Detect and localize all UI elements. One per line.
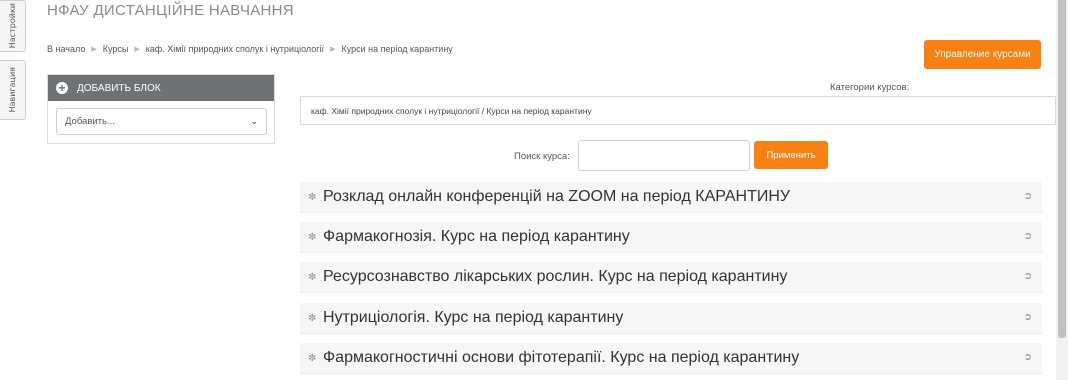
course-name-link[interactable]: Нутриціологія. Курс на період карантину bbox=[323, 309, 623, 327]
course-search-input[interactable] bbox=[578, 140, 750, 171]
categories-select[interactable]: каф. Хімії природних сполук і нутриціоло… bbox=[300, 96, 1056, 125]
enter-course-icon[interactable]: ➲ bbox=[1024, 191, 1032, 202]
apply-search-button[interactable]: Применить bbox=[754, 141, 828, 169]
course-expand-icon[interactable]: ✼ bbox=[308, 232, 318, 243]
course-item[interactable]: ✼ Нутриціологія. Курс на період карантин… bbox=[300, 303, 1042, 334]
manage-courses-button[interactable]: Управление курсами bbox=[924, 40, 1041, 69]
enter-course-icon[interactable]: ➲ bbox=[1024, 352, 1032, 363]
scrollbar-thumb[interactable] bbox=[1058, 0, 1066, 338]
course-expand-icon[interactable]: ✼ bbox=[308, 192, 318, 203]
tab-settings-label: Настройки bbox=[8, 3, 17, 49]
course-name-link[interactable]: Ресурсознавство лікарських рослин. Курс … bbox=[323, 268, 787, 286]
breadcrumb-home[interactable]: В начало bbox=[47, 44, 85, 54]
breadcrumb-separator-icon: ▶ bbox=[91, 46, 97, 53]
enter-course-icon[interactable]: ➲ bbox=[1024, 231, 1032, 242]
breadcrumb-current[interactable]: Курси на період карантину bbox=[341, 44, 452, 54]
add-block-panel: + ДОБАВИТЬ БЛОК Добавить... ⌄ bbox=[47, 74, 275, 144]
breadcrumb-separator-icon: ▶ bbox=[330, 46, 336, 53]
page-scrollbar[interactable] bbox=[1056, 0, 1068, 380]
breadcrumb-department[interactable]: каф. Хімії природних сполук і нутриціоло… bbox=[146, 44, 324, 54]
course-expand-icon[interactable]: ✼ bbox=[308, 353, 318, 364]
add-block-select[interactable]: Добавить... ⌄ bbox=[56, 108, 267, 135]
breadcrumb: В начало ▶ Курсы ▶ каф. Хімії природних … bbox=[47, 44, 453, 54]
site-title[interactable]: НФАУ ДИСТАНЦІЙНЕ НАВЧАННЯ bbox=[47, 2, 294, 19]
course-item[interactable]: ✼ Фармакогностичні основи фітотерапії. К… bbox=[300, 343, 1042, 374]
chevron-down-icon: ⌄ bbox=[250, 116, 258, 126]
course-item[interactable]: ✼ Ресурсознавство лікарських рослин. Кур… bbox=[300, 262, 1042, 293]
course-expand-icon[interactable]: ✼ bbox=[308, 272, 318, 283]
breadcrumb-separator-icon: ▶ bbox=[134, 46, 140, 53]
course-name-link[interactable]: Фармакогнозія. Курс на період карантину bbox=[323, 228, 630, 246]
add-block-select-value: Добавить... bbox=[65, 116, 115, 127]
tab-navigation[interactable]: Навигация bbox=[0, 60, 26, 120]
enter-course-icon[interactable]: ➲ bbox=[1024, 271, 1032, 282]
add-block-title: ДОБАВИТЬ БЛОК bbox=[77, 82, 161, 94]
course-expand-icon[interactable]: ✼ bbox=[308, 313, 318, 324]
add-block-header: + ДОБАВИТЬ БЛОК bbox=[48, 75, 274, 101]
tab-settings[interactable]: Настройки bbox=[0, 0, 26, 52]
course-name-link[interactable]: Фармакогностичні основи фітотерапії. Кур… bbox=[323, 349, 799, 367]
plus-circle-icon[interactable]: + bbox=[56, 82, 68, 94]
course-item[interactable]: ✼ Розклад онлайн конференцій на ZOOM на … bbox=[300, 182, 1042, 213]
tab-navigation-label: Навигация bbox=[8, 67, 17, 113]
course-name-link[interactable]: Розклад онлайн конференцій на ZOOM на пе… bbox=[323, 188, 790, 206]
categories-select-value: каф. Хімії природних сполук і нутриціоло… bbox=[311, 105, 592, 116]
course-item[interactable]: ✼ Фармакогнозія. Курс на період карантин… bbox=[300, 222, 1042, 253]
breadcrumb-courses[interactable]: Курсы bbox=[103, 44, 129, 54]
search-label: Поиск курса: bbox=[514, 151, 570, 162]
categories-label: Категории курсов: bbox=[830, 82, 910, 93]
enter-course-icon[interactable]: ➲ bbox=[1024, 312, 1032, 323]
